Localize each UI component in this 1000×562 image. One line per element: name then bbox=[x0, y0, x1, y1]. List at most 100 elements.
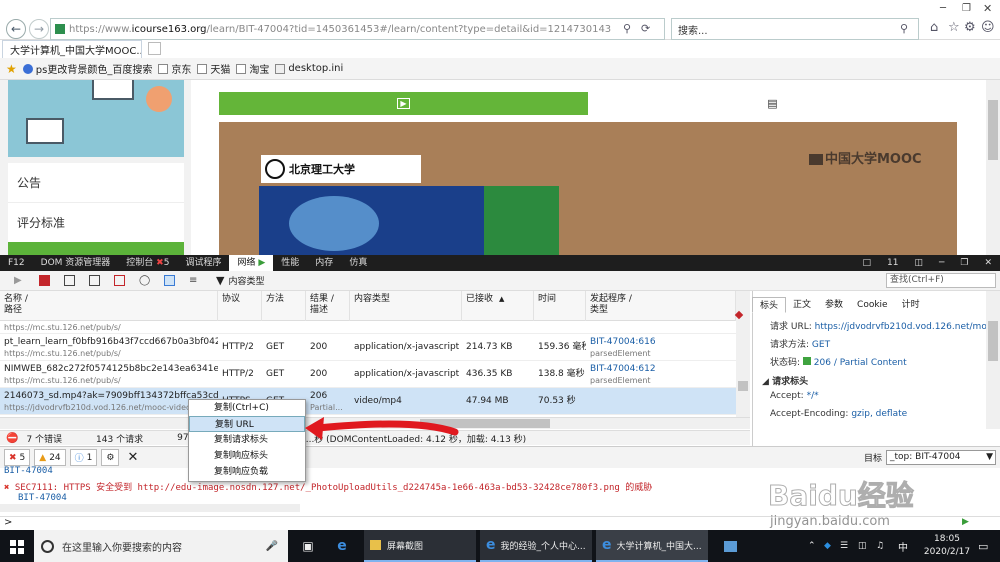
tab-memory[interactable]: 内存 bbox=[307, 255, 341, 271]
col-protocol[interactable]: 协议 bbox=[218, 291, 262, 321]
run-script-icon[interactable]: ▶ bbox=[962, 517, 969, 527]
col-received[interactable]: 已接收 bbox=[462, 291, 534, 321]
forward-button[interactable]: → bbox=[29, 19, 49, 39]
favorites-star-icon[interactable]: ☆ bbox=[948, 20, 960, 35]
console-hscroll[interactable] bbox=[0, 504, 300, 512]
console-source-line[interactable]: BIT-47004 bbox=[4, 466, 53, 476]
favorites-star-add-icon[interactable]: ★ bbox=[6, 62, 17, 76]
detail-scrollbar-thumb[interactable] bbox=[988, 321, 998, 361]
devtools-undock-icon[interactable]: ❐ bbox=[952, 255, 976, 271]
menu-copy-response-body[interactable]: 复制响应负载 bbox=[189, 464, 305, 480]
console-filter-toggle[interactable]: ⚙ bbox=[101, 449, 120, 466]
input-method-icon[interactable]: 中 bbox=[898, 530, 912, 562]
windows-start-icon[interactable] bbox=[10, 540, 24, 554]
devtools-close-icon[interactable]: ✕ bbox=[976, 255, 1000, 271]
back-button[interactable]: ← bbox=[6, 19, 26, 39]
document-tab[interactable]: ▤ bbox=[588, 92, 957, 115]
favorite-item[interactable]: 京东 bbox=[158, 61, 191, 76]
console-errors-filter[interactable]: ✖ 5 bbox=[4, 449, 31, 466]
initiator-link[interactable]: BIT-47004:616 bbox=[590, 337, 656, 347]
clear-on-navigate-icon[interactable]: ≡ bbox=[189, 275, 200, 286]
tray-network-icon[interactable]: ◫ bbox=[858, 530, 870, 562]
edge-browser-icon[interactable]: e bbox=[330, 530, 354, 562]
console-source-line[interactable]: BIT-47004 bbox=[18, 493, 67, 503]
favorite-item[interactable]: 天猫 bbox=[197, 61, 230, 76]
table-scrollbar-thumb[interactable] bbox=[738, 381, 748, 391]
table-row[interactable]: NIMWEB_682c272f0574125b8bc2e143ea6341e1.… bbox=[0, 361, 736, 388]
taskbar-item-ie-course[interactable]: e 大学计算机_中国大... bbox=[596, 530, 708, 562]
tab-emulation[interactable]: 仿真 bbox=[341, 255, 375, 271]
tray-wifi-icon[interactable]: ☰ bbox=[840, 530, 852, 562]
detail-tab-timing[interactable]: 计时 bbox=[895, 297, 927, 313]
col-method[interactable]: 方法 bbox=[262, 291, 306, 321]
favorite-item[interactable]: 淘宝 bbox=[236, 61, 269, 76]
menu-copy-response-headers[interactable]: 复制响应标头 bbox=[189, 448, 305, 464]
find-input[interactable]: 查找(Ctrl+F) bbox=[886, 273, 996, 288]
tab-active[interactable]: 大学计算机_中国大学MOOC... × bbox=[2, 40, 142, 58]
new-tab-button[interactable] bbox=[148, 42, 161, 55]
tab-performance[interactable]: 性能 bbox=[273, 255, 307, 271]
target-select[interactable]: _top: BIT-47004 ▼ bbox=[886, 450, 996, 465]
microphone-icon[interactable]: 🎤 bbox=[266, 541, 278, 552]
display-device-icon[interactable]: □ bbox=[854, 255, 879, 271]
always-refresh-icon[interactable] bbox=[164, 275, 175, 286]
notification-center-icon[interactable]: ▭ bbox=[978, 530, 992, 562]
favorite-item[interactable]: ps更改背景颜色_百度搜索 bbox=[22, 61, 152, 76]
browser-search-input[interactable]: 搜索... bbox=[671, 18, 919, 40]
detail-scrollbar[interactable] bbox=[986, 291, 1000, 429]
tab-debugger[interactable]: 调试程序 bbox=[177, 255, 229, 271]
address-bar[interactable]: https://www. icourse163.org/learn/BIT-470… bbox=[50, 18, 665, 40]
clear-cache-icon[interactable]: ◯ bbox=[139, 275, 150, 286]
app-icon[interactable] bbox=[720, 530, 740, 562]
table-row[interactable]: pt_learn_learn_f0bfb916b43f7ccd667b0a3bf… bbox=[0, 334, 736, 361]
content-type-filter[interactable]: 内容类型 bbox=[228, 274, 264, 287]
settings-gear-icon[interactable]: ⚙ bbox=[964, 20, 976, 35]
search-dropdown-icon[interactable]: ⚲ bbox=[900, 22, 908, 35]
menu-copy-request-headers[interactable]: 复制请求标头 bbox=[189, 432, 305, 448]
detail-tab-params[interactable]: 参数 bbox=[818, 297, 850, 313]
filter-icon[interactable]: ▼ bbox=[216, 274, 224, 287]
col-time[interactable]: 时间 bbox=[534, 291, 586, 321]
menu-item-announcement[interactable]: 公告 bbox=[8, 163, 184, 203]
clear-entries-icon[interactable] bbox=[114, 275, 125, 286]
dock-icon[interactable]: ◫ bbox=[906, 255, 931, 271]
restore-window-button[interactable]: ❐ bbox=[962, 3, 971, 14]
table-row[interactable]: https://mc.stu.126.net/pub/s/ bbox=[0, 321, 736, 334]
stop-profiling-icon[interactable] bbox=[39, 275, 50, 286]
console-warnings-filter[interactable]: ▲ 24 bbox=[34, 449, 66, 466]
home-icon[interactable]: ⌂ bbox=[930, 20, 938, 35]
request-headers-section[interactable]: ◢ 请求标头 bbox=[762, 374, 808, 387]
detail-tab-cookie[interactable]: Cookie bbox=[850, 297, 895, 313]
console-info-filter[interactable]: ⓘ 1 bbox=[69, 449, 98, 466]
video-tab[interactable]: ▶ bbox=[219, 92, 588, 115]
minimize-window-button[interactable]: ─ bbox=[940, 3, 946, 14]
col-content-type[interactable]: 内容类型 bbox=[350, 291, 462, 321]
import-icon[interactable] bbox=[89, 275, 100, 286]
detail-tab-headers[interactable]: 标头 bbox=[752, 297, 787, 313]
search-in-address-icon[interactable]: ⚲ bbox=[623, 22, 631, 35]
clear-console-icon[interactable]: ✕ bbox=[127, 450, 138, 465]
detail-tab-body[interactable]: 正文 bbox=[786, 297, 818, 313]
taskbar-item-screenshot[interactable]: 屏幕截图 bbox=[364, 530, 476, 562]
task-view-icon[interactable]: ▣ bbox=[296, 530, 320, 562]
tab-console[interactable]: 控制台 ✖5 bbox=[118, 255, 177, 271]
taskbar-item-ie-experience[interactable]: e 我的经验_个人中心... bbox=[480, 530, 592, 562]
tray-volume-icon[interactable]: ♫ bbox=[876, 530, 888, 562]
col-result[interactable]: 结果 / 描述 bbox=[306, 291, 350, 321]
page-scrollbar-thumb[interactable] bbox=[988, 100, 998, 160]
refresh-icon[interactable]: ⟳ bbox=[641, 22, 650, 35]
tray-shield-icon[interactable]: ◆ bbox=[824, 530, 836, 562]
start-profiling-icon[interactable]: ▶ bbox=[14, 275, 25, 286]
taskbar-search-box[interactable]: 在这里输入你要搜索的内容 🎤 bbox=[34, 530, 288, 562]
menu-copy-url[interactable]: 复制 URL bbox=[189, 416, 305, 432]
col-initiator[interactable]: 发起程序 / 类型 bbox=[586, 291, 736, 321]
menu-item-grading[interactable]: 评分标准 bbox=[8, 203, 184, 243]
export-har-icon[interactable] bbox=[64, 275, 75, 286]
menu-copy[interactable]: 复制(Ctrl+C) bbox=[189, 400, 305, 416]
devtools-minimize-icon[interactable]: ─ bbox=[931, 255, 952, 271]
close-window-button[interactable]: ✕ bbox=[983, 2, 992, 15]
feedback-smiley-icon[interactable]: ☺ bbox=[981, 20, 995, 35]
initiator-link[interactable]: BIT-47004:612 bbox=[590, 364, 656, 374]
col-name-path[interactable]: 名称 / 路径 bbox=[0, 291, 218, 321]
tab-network[interactable]: 网络 ▶ bbox=[229, 255, 274, 271]
